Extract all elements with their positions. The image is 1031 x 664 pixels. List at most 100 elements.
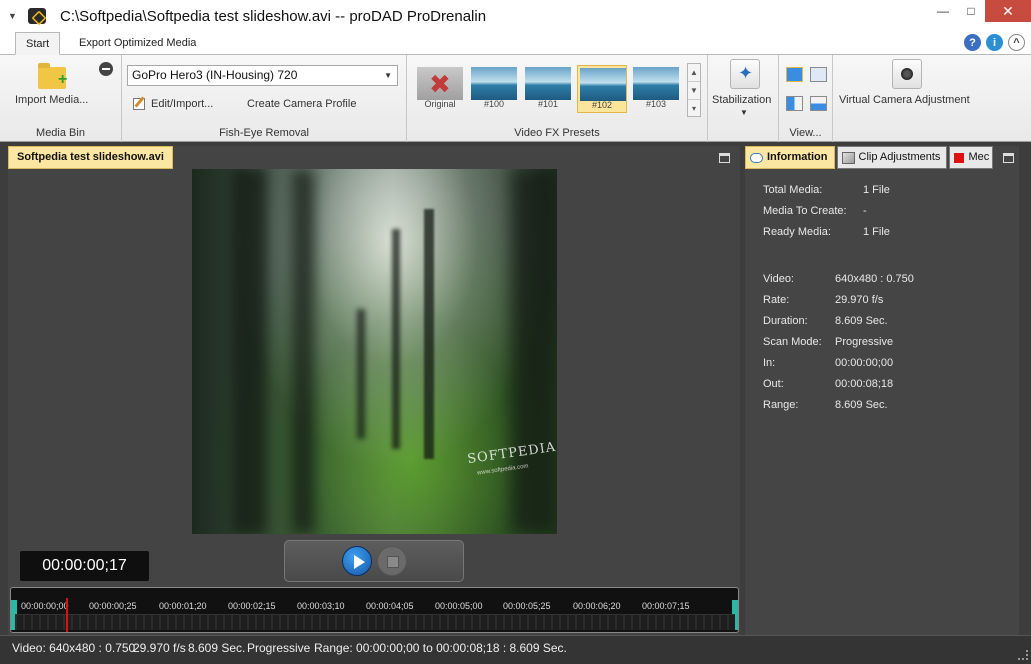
maximize-panel-icon[interactable] xyxy=(1003,153,1014,163)
info-value: 1 File xyxy=(863,184,890,196)
scroll-up-icon[interactable]: ▲ xyxy=(688,64,700,82)
status-duration: 8.609 Sec. xyxy=(188,641,246,655)
stop-button[interactable] xyxy=(377,546,407,576)
camera-profile-select[interactable]: GoPro Hero3 (IN-Housing) 720 ▼ xyxy=(127,65,398,86)
info-value: 8.609 Sec. xyxy=(835,315,888,327)
timeline-label: 00:00:02;15 xyxy=(228,601,276,611)
split-view-icon[interactable] xyxy=(786,96,803,111)
timeline-label: 00:00:03;10 xyxy=(297,601,345,611)
window-title: C:\Softpedia\Softpedia test slideshow.av… xyxy=(60,7,487,25)
tree-trunk xyxy=(292,169,314,534)
status-scan-mode: Progressive xyxy=(247,641,311,655)
info-value: 1 File xyxy=(863,226,890,238)
timeline-label: 00:00:05;00 xyxy=(435,601,483,611)
title-bar: ▼ C:\Softpedia\Softpedia test slideshow.… xyxy=(0,0,1031,32)
timeline-label: 00:00:00;00 xyxy=(21,601,69,611)
help-icon[interactable]: ? xyxy=(964,34,981,51)
camera-icon[interactable] xyxy=(892,59,922,89)
status-range: Range: 00:00:00;00 to 00:00:08;18 : 8.60… xyxy=(314,641,567,655)
timecode-display: 00:00:00;17 xyxy=(20,551,149,581)
preset-label: #102 xyxy=(591,100,613,110)
info-key: Total Media: xyxy=(763,184,823,196)
timeline-label: 00:00:00;25 xyxy=(89,601,137,611)
app-logo-icon[interactable] xyxy=(28,8,46,24)
info-icon[interactable]: i xyxy=(986,34,1003,51)
tab-label: Information xyxy=(767,151,828,163)
chevron-down-icon: ▼ xyxy=(740,108,748,117)
tree-trunk xyxy=(424,209,434,459)
gallery-expand-icon[interactable]: ▾ xyxy=(688,100,700,118)
window-controls: — □ ✕ xyxy=(929,0,1031,22)
hide-source-view-icon[interactable] xyxy=(810,67,827,82)
timeline[interactable]: 00:00:00;00 00:00:00;25 00:00:01;20 00:0… xyxy=(10,587,739,633)
preset-100[interactable]: #100 xyxy=(469,65,519,113)
timeline-label: 00:00:04;05 xyxy=(366,601,414,611)
info-value: 00:00:00;00 xyxy=(835,357,894,369)
maximize-preview-icon[interactable] xyxy=(719,153,730,163)
playhead[interactable] xyxy=(66,598,68,632)
virtual-camera-adjustment-button[interactable]: Virtual Camera Adjustment xyxy=(839,94,970,106)
preset-label: Original xyxy=(424,99,456,109)
preset-original[interactable]: Original xyxy=(415,65,465,113)
edit-pencil-icon xyxy=(133,98,145,110)
original-preset-x-icon xyxy=(417,67,463,100)
preset-thumbnail xyxy=(633,67,679,100)
create-camera-profile-button[interactable]: Create Camera Profile xyxy=(247,98,356,110)
tab-export-optimized-media[interactable]: Export Optimized Media xyxy=(69,32,206,55)
remove-media-icon[interactable] xyxy=(99,62,113,76)
ribbon: + Import Media... Media Bin Fish-Eye Rem… xyxy=(0,55,1031,142)
collapse-ribbon-icon[interactable]: ^ xyxy=(1008,34,1025,51)
tab-label: Clip Adjustments xyxy=(858,151,941,163)
group-stabilization: Stabilization ▼ xyxy=(708,55,779,142)
plus-icon: + xyxy=(58,71,68,88)
stabilization-button[interactable]: Stabilization xyxy=(712,94,771,106)
camera-profile-value: GoPro Hero3 (IN-Housing) 720 xyxy=(132,68,298,82)
information-panel xyxy=(745,146,1019,635)
tab-clip-adjustments[interactable]: Clip Adjustments xyxy=(836,146,948,169)
preset-label: #101 xyxy=(537,99,559,109)
info-key: Scan Mode: xyxy=(763,336,822,348)
import-media-folder-icon[interactable]: + xyxy=(38,63,67,89)
tree-trunk xyxy=(392,229,400,449)
tab-label: Mec xyxy=(968,151,990,163)
timeline-track[interactable] xyxy=(15,614,735,630)
close-button[interactable]: ✕ xyxy=(985,0,1031,22)
preset-102[interactable]: #102 xyxy=(577,65,627,113)
info-key: Rate: xyxy=(763,294,790,306)
tree-trunk xyxy=(512,169,557,534)
info-key: Media To Create: xyxy=(763,205,847,217)
preset-101[interactable]: #101 xyxy=(523,65,573,113)
tab-media[interactable]: Mec xyxy=(949,146,994,169)
info-key: Ready Media: xyxy=(763,226,831,238)
info-key: Range: xyxy=(763,399,799,411)
tab-information[interactable]: Information xyxy=(745,146,835,169)
timeline-label: 00:00:07;15 xyxy=(642,601,690,611)
stacked-view-icon[interactable] xyxy=(810,96,827,111)
minimize-button[interactable]: — xyxy=(929,0,957,22)
document-tab[interactable]: Softpedia test slideshow.avi xyxy=(8,146,173,169)
ribbon-tab-bar: Start Export Optimized Media ? i ^ xyxy=(0,32,1031,55)
view-menu-label[interactable]: View... xyxy=(779,127,832,139)
edit-import-button[interactable]: Edit/Import... xyxy=(151,98,213,110)
preset-thumbnail xyxy=(471,67,517,100)
tab-start[interactable]: Start xyxy=(15,32,61,55)
chevron-down-icon: ▼ xyxy=(384,71,392,80)
scroll-down-icon[interactable]: ▼ xyxy=(688,82,700,100)
preset-label: #103 xyxy=(645,99,667,109)
stabilization-icon[interactable] xyxy=(730,59,760,89)
resize-grip[interactable] xyxy=(1018,650,1028,660)
timeline-label: 00:00:01;20 xyxy=(159,601,207,611)
maximize-button[interactable]: □ xyxy=(957,0,985,22)
timeline-label: 00:00:05;25 xyxy=(503,601,551,611)
import-media-button[interactable]: Import Media... xyxy=(15,94,88,106)
preset-gallery-scroller[interactable]: ▲ ▼ ▾ xyxy=(687,63,701,117)
status-rate: 29.970 f/s xyxy=(133,641,186,655)
info-key: Video: xyxy=(763,273,794,285)
quick-access-dropdown-icon[interactable]: ▼ xyxy=(8,11,26,21)
preset-thumbnail xyxy=(580,68,626,101)
info-value: 29.970 f/s xyxy=(835,294,884,306)
monitor-view-icon[interactable] xyxy=(786,67,803,82)
video-preview: SOFTPEDIA® www.softpedia.com xyxy=(192,169,557,534)
play-button[interactable] xyxy=(342,546,372,576)
preset-103[interactable]: #103 xyxy=(631,65,681,113)
